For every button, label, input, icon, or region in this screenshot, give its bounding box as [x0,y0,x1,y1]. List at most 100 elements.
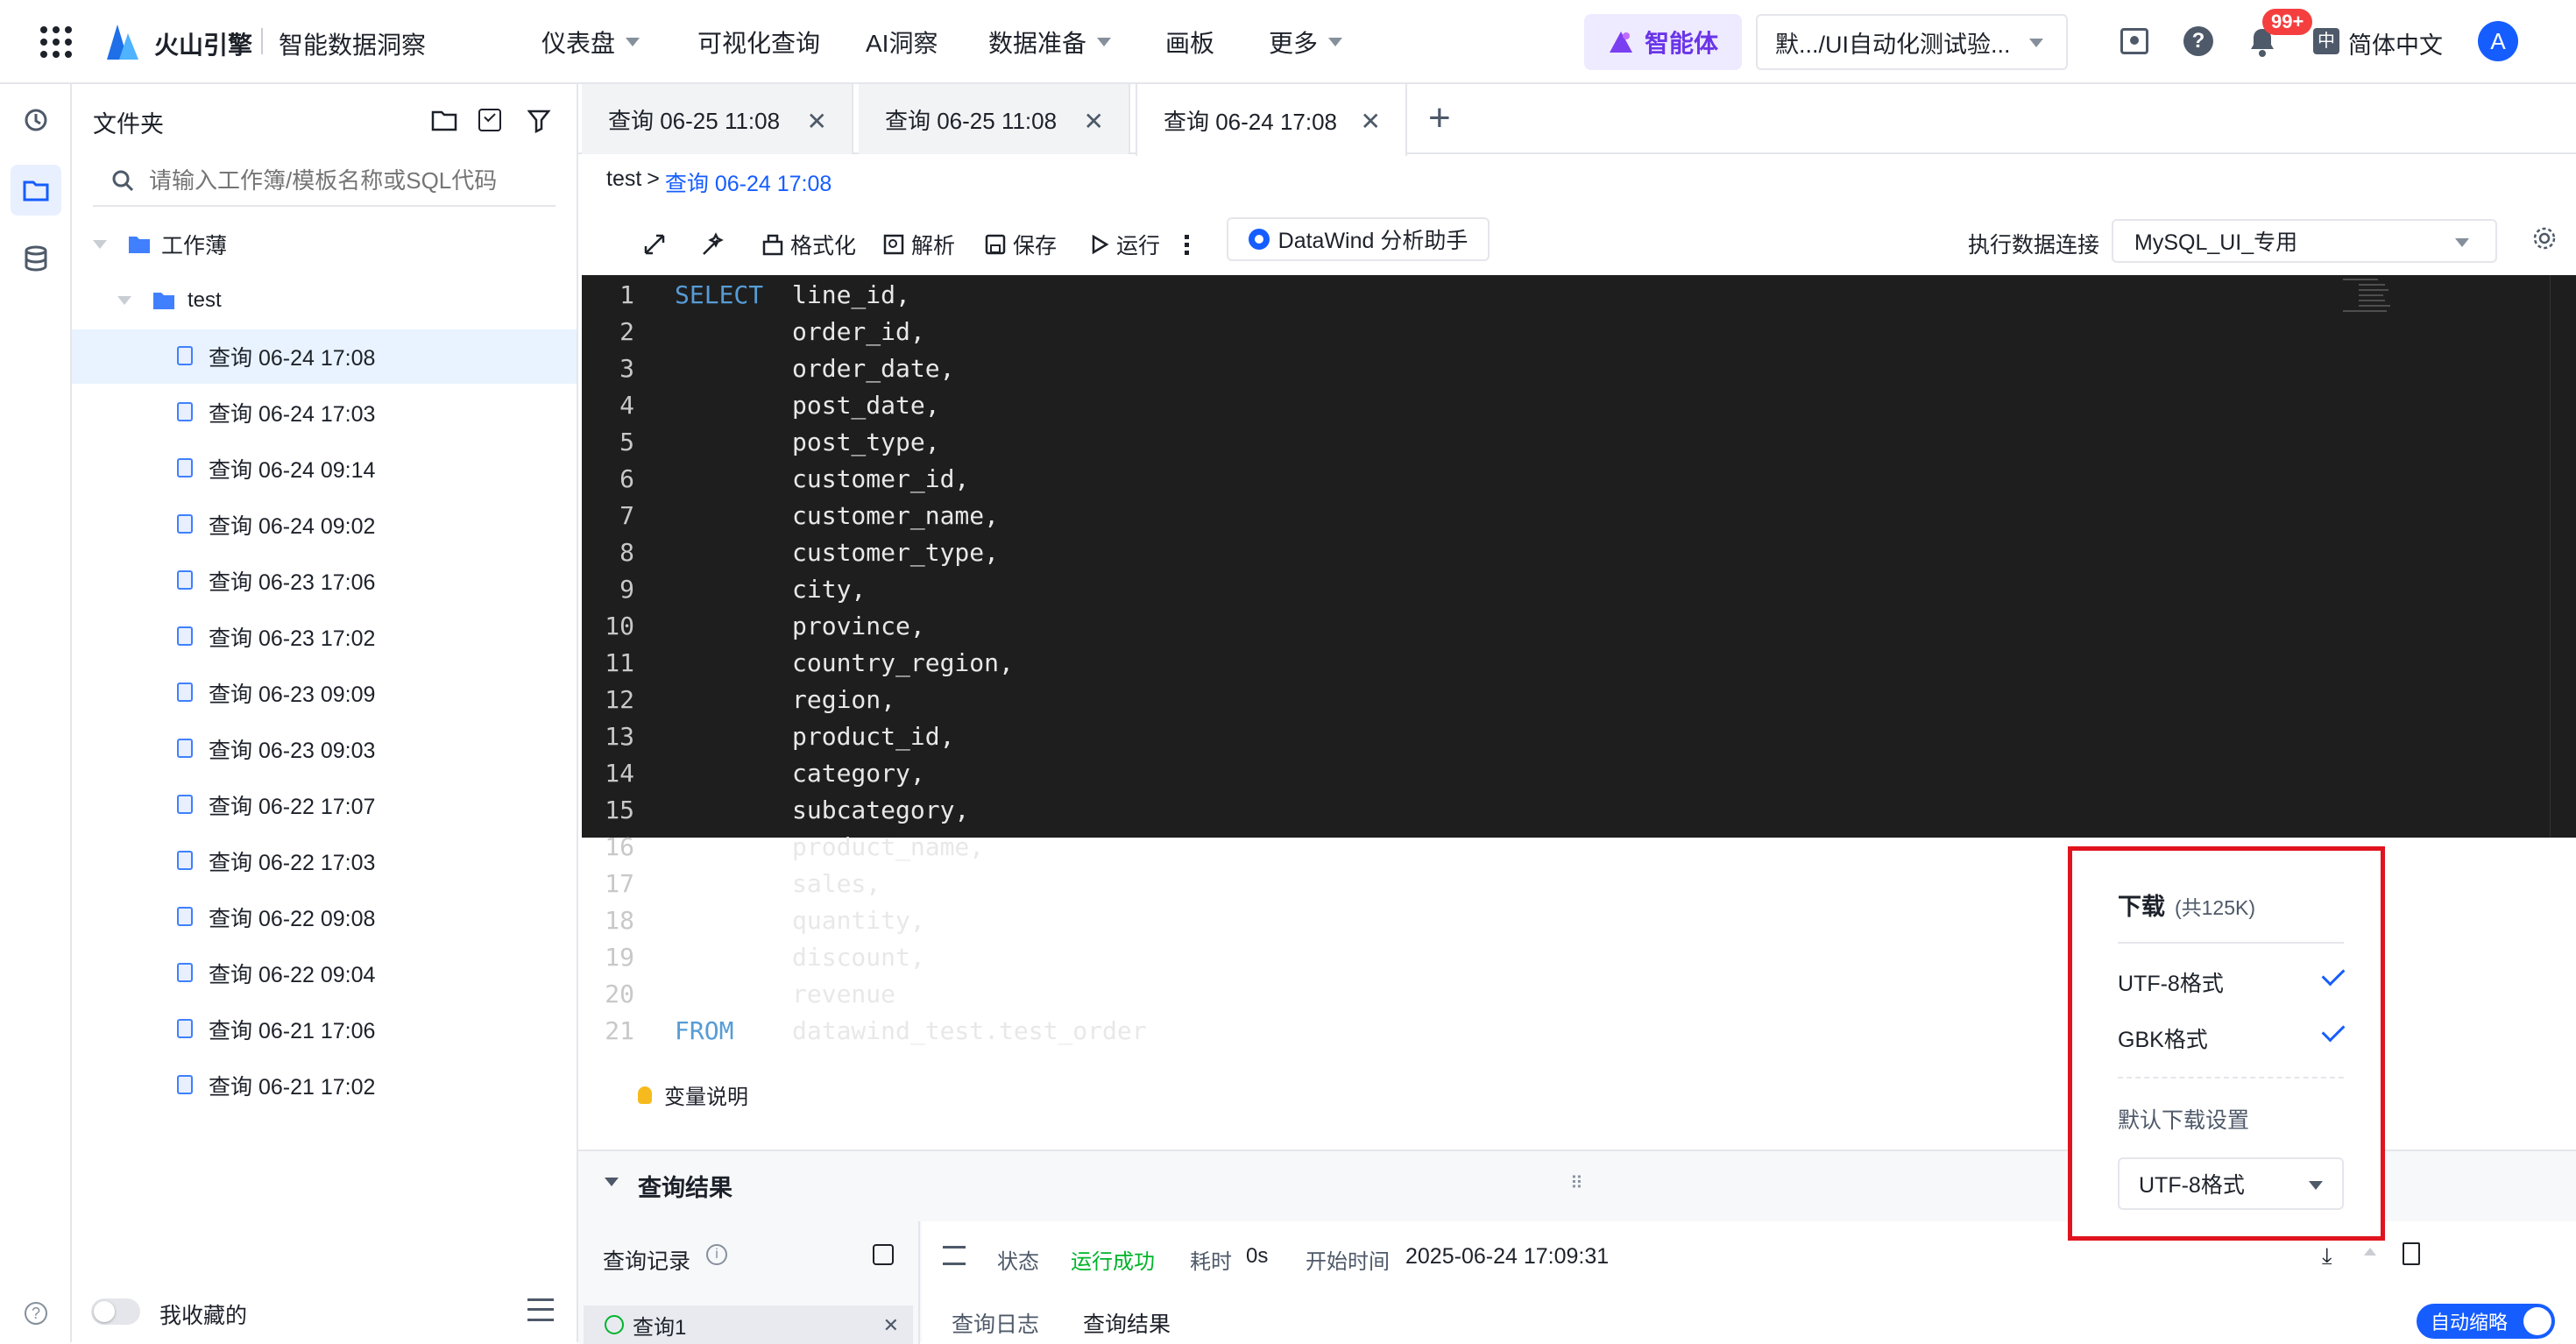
list-icon[interactable] [943,1246,966,1265]
sidebar-query-item[interactable]: 查询 06-22 09:04 [72,946,577,1001]
sidebar-query-item[interactable]: 查询 06-22 17:07 [72,778,577,832]
chevron-up-icon[interactable] [2364,1248,2376,1256]
breadcrumb-current[interactable]: 查询 06-24 17:08 [665,166,832,198]
nav-visual-query[interactable]: 可视化查询 [697,23,820,61]
sql-text: post_type, [792,428,940,456]
sidebar-query-item[interactable]: 查询 06-24 17:03 [72,386,577,440]
connection-select[interactable]: MySQL_UI_专用 [2112,219,2497,263]
sidebar-query-item[interactable]: 查询 06-22 17:03 [72,834,577,888]
code-line: FROM datawind_test.test_order [675,1013,1147,1050]
sidebar-query-item[interactable]: 查询 06-23 17:02 [72,610,577,664]
run-button[interactable]: 运行 [1090,224,1160,265]
sql-keyword: SELECT [675,280,764,309]
tab-label: 查询 06-24 17:08 [1164,108,1338,135]
breadcrumb-parent[interactable]: test [606,166,641,198]
nav-data-prep[interactable]: 数据准备 [988,23,1112,61]
connection-label: 执行数据连接 [1968,233,2100,258]
document-icon [177,851,193,870]
sidebar-query-item[interactable]: 查询 06-21 17:06 [72,1002,577,1057]
tab-query-2[interactable]: 查询 06-25 11:08 ✕ [859,84,1130,154]
export-file-icon[interactable] [2403,1242,2420,1265]
favorites-label: 我收藏的 [159,1304,248,1328]
sidebar-query-item[interactable]: 查询 06-22 09:08 [72,890,577,944]
drag-handle-icon[interactable]: ⠿ [1570,1172,1585,1194]
start-time-value: 2025-06-24 17:09:31 [1405,1244,1610,1269]
line-number: 16 [605,832,634,861]
left-rail: ? [0,84,72,1342]
download-gbk-option[interactable]: GBK格式 [2118,1018,2346,1054]
assistant-button[interactable]: DataWind 分析助手 [1227,217,1490,261]
sql-text: category, [792,759,925,788]
favorites-toggle[interactable] [91,1298,140,1325]
database-icon[interactable] [11,233,61,284]
apps-grid-icon[interactable] [40,26,72,58]
close-icon[interactable]: ✕ [807,107,827,136]
sidebar-query-item[interactable]: 查询 06-24 17:08 [72,329,577,384]
sql-text: product_id, [792,722,955,751]
tab-query-1[interactable]: 查询 06-25 11:08 ✕ [582,84,853,154]
expand-icon[interactable] [643,224,666,265]
sidebar-query-item[interactable]: 查询 06-23 09:03 [72,722,577,776]
more-vertical-icon[interactable] [1185,224,1189,265]
toggle-knob [2523,1307,2551,1335]
folder-icon[interactable] [11,165,61,216]
nav-dashboard[interactable]: 仪表盘 [541,23,640,61]
line-number: 8 [619,538,634,567]
document-icon [177,1075,193,1094]
tab-query-result[interactable]: 查询结果 [1083,1307,1171,1339]
sidebar-query-item[interactable]: 查询 06-24 09:02 [72,498,577,552]
download-utf8-option[interactable]: UTF-8格式 [2118,962,2346,998]
history-icon[interactable] [11,95,61,145]
nav-more[interactable]: 更多 [1269,23,1343,61]
add-tab-icon[interactable]: + [1428,96,1451,140]
close-icon[interactable]: ✕ [883,1314,899,1337]
success-check-icon [605,1315,624,1334]
line-number: 5 [619,428,634,456]
sidebar-query-item[interactable]: 查询 06-23 09:09 [72,666,577,720]
save-button[interactable]: 保存 [985,224,1057,265]
list-menu-icon[interactable] [527,1298,554,1321]
sidebar-query-item[interactable]: 查询 06-24 09:14 [72,442,577,496]
parse-button[interactable]: 解析 [883,224,955,265]
download-icon[interactable]: ⤓ [2322,1242,2332,1270]
document-icon [177,626,193,646]
sql-editor[interactable]: 1 SELECT line_id, 2 order_id, 3 order_date, 4 po… [582,275,2576,1045]
assistant-icon [1248,229,1270,250]
screen-icon[interactable] [2120,28,2148,54]
sidebar-query-label: 查询 06-22 09:08 [209,907,376,931]
select-history-icon[interactable] [873,1244,894,1265]
close-icon[interactable]: ✕ [1361,107,1381,136]
project-select[interactable]: 默.../UI自动化测试验... [1756,14,2068,70]
assistant-label: DataWind 分析助手 [1277,229,1468,253]
auto-shrink-toggle[interactable]: 自动缩略 [2417,1304,2555,1339]
document-icon [177,514,193,534]
tab-query-log[interactable]: 查询日志 [952,1307,1039,1339]
collapse-chevron-icon[interactable] [605,1178,619,1186]
nav-ai-insight[interactable]: AI洞察 [866,23,938,61]
info-icon[interactable]: i [706,1244,727,1265]
agent-button[interactable]: 智能体 [1584,14,1742,70]
settings-gear-icon[interactable] [2532,226,2557,251]
sql-text: province, [792,612,925,640]
nav-canvas[interactable]: 画板 [1165,23,1214,61]
help-icon[interactable]: ? [2183,26,2213,56]
sql-text: datawind_test.test_order [792,1016,1147,1045]
language-switch[interactable]: 简体中文 [2348,26,2443,60]
tab-query-3[interactable]: 查询 06-24 17:08 ✕ [1136,84,1407,156]
help-circle-icon[interactable]: ? [11,1288,61,1339]
editor-scrollbar[interactable] [2550,275,2576,838]
sidebar-query-item[interactable]: 查询 06-23 17:06 [72,554,577,608]
sql-text: order_date, [792,354,955,383]
avatar[interactable]: A [2478,21,2518,61]
download-title: 下载 [2118,894,2165,920]
variables-section[interactable]: 变量说明 [638,1079,748,1110]
editor-minimap[interactable] [2343,275,2404,354]
notification-badge: 99+ [2262,9,2313,35]
format-button[interactable]: 格式化 [762,224,856,265]
close-icon[interactable]: ✕ [1084,107,1104,136]
sidebar-query-item[interactable]: 查询 06-21 17:02 [72,1058,577,1113]
default-format-select[interactable]: UTF-8格式 [2118,1157,2344,1210]
agent-icon [1609,32,1632,53]
magic-wand-icon[interactable] [701,224,725,265]
query-history-item[interactable]: 查询1 ✕ [584,1305,913,1344]
